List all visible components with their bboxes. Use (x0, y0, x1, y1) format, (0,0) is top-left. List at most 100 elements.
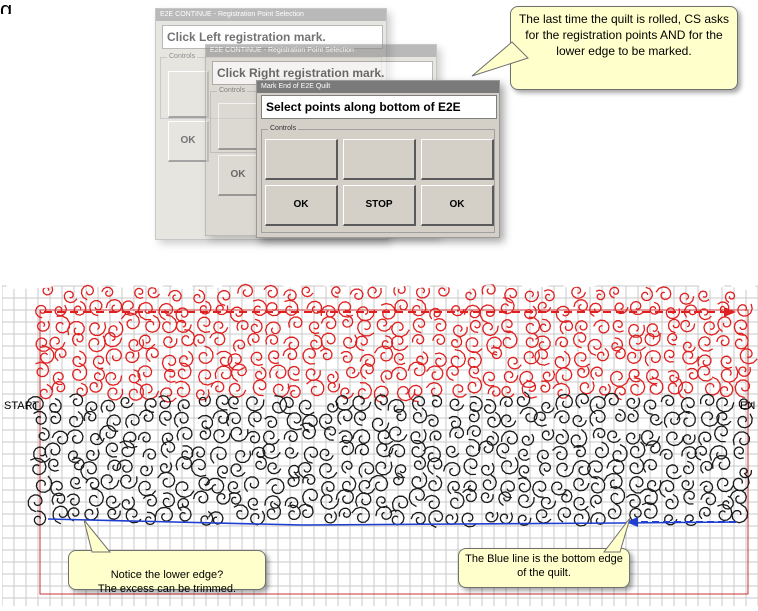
black-swirl (572, 414, 587, 427)
blank-button-2[interactable] (343, 139, 416, 180)
ok-button-1[interactable]: OK (265, 185, 338, 226)
red-swirl (376, 318, 393, 332)
callout-text: The last time the quilt is rolled, CS as… (518, 12, 730, 58)
black-swirl (486, 430, 499, 446)
red-swirl (598, 383, 611, 396)
red-swirl (367, 286, 382, 299)
black-swirl (233, 504, 249, 520)
black-swirl (555, 393, 574, 411)
red-swirl (667, 370, 680, 383)
stop-button[interactable]: STOP (343, 185, 416, 226)
black-swirl (480, 492, 494, 504)
red-swirl (698, 290, 710, 302)
black-swirl (230, 426, 249, 442)
black-swirl (279, 396, 294, 415)
black-swirl (716, 397, 735, 413)
black-swirl (645, 440, 661, 454)
red-swirl (63, 290, 78, 304)
red-swirl (89, 299, 103, 317)
black-swirl (355, 492, 372, 507)
red-swirl (426, 365, 444, 381)
red-swirl (507, 356, 522, 370)
red-swirl (579, 381, 595, 395)
black-swirl (429, 430, 442, 442)
red-swirl (390, 335, 409, 352)
black-swirl (532, 480, 547, 498)
red-swirl (72, 350, 87, 368)
red-swirl (337, 301, 354, 318)
black-swirl (666, 431, 685, 447)
black-swirl (627, 409, 639, 423)
black-swirl (628, 475, 644, 494)
black-swirl (445, 445, 460, 458)
black-swirl (649, 414, 663, 426)
red-swirl (614, 386, 626, 401)
black-swirl (589, 395, 606, 415)
red-swirl (49, 336, 66, 350)
red-swirl (103, 331, 123, 348)
black-swirl (603, 392, 619, 406)
left-ok-button[interactable]: OK (168, 121, 209, 162)
red-swirl (305, 368, 321, 382)
blank-button-1[interactable] (265, 139, 338, 180)
black-swirl (615, 408, 626, 422)
black-swirl (66, 429, 84, 444)
red-swirl (452, 324, 468, 338)
red-swirl (213, 321, 229, 334)
black-swirl (449, 398, 465, 411)
red-swirl (125, 351, 140, 363)
black-swirl (162, 492, 175, 508)
black-swirl (540, 496, 557, 510)
red-swirl (590, 366, 603, 381)
red-swirl (577, 366, 590, 379)
red-swirl (320, 316, 337, 330)
red-swirl (105, 348, 123, 366)
mark-end-dialog: Mark End of E2E Quilt Select points alon… (256, 80, 500, 238)
blank-button-3[interactable] (421, 139, 494, 180)
black-swirl (283, 430, 298, 443)
red-swirl (138, 334, 156, 350)
black-swirl (353, 411, 367, 427)
red-swirl (210, 380, 225, 393)
black-swirl (303, 446, 319, 464)
black-swirl (698, 431, 712, 446)
red-swirl (434, 352, 447, 367)
red-swirl (391, 321, 410, 338)
black-swirl (698, 506, 711, 520)
end-label: EN (740, 400, 756, 412)
black-swirl (641, 429, 661, 446)
right-blank-button[interactable] (218, 103, 259, 150)
black-swirl (286, 412, 303, 431)
black-swirl (681, 479, 695, 491)
red-swirl (301, 286, 314, 298)
black-swirl (255, 455, 268, 471)
black-swirl (324, 511, 337, 524)
red-swirl (196, 389, 210, 401)
red-swirl (724, 291, 736, 304)
black-swirl (358, 461, 375, 478)
black-swirl (249, 510, 266, 526)
black-swirl (52, 505, 69, 525)
black-swirl (557, 506, 572, 523)
red-swirl (67, 320, 85, 336)
red-swirl (254, 366, 267, 381)
red-swirl (51, 381, 66, 393)
red-swirl (229, 306, 244, 323)
black-swirl (610, 486, 626, 505)
red-swirl (734, 379, 751, 399)
red-swirl (665, 307, 681, 320)
right-ok-button[interactable]: OK (218, 155, 259, 196)
red-swirl (71, 362, 88, 381)
black-swirl (682, 434, 696, 445)
red-swirl (452, 384, 467, 398)
red-swirl (482, 371, 496, 387)
left-blank-button[interactable] (168, 71, 209, 118)
red-swirl (265, 334, 279, 345)
red-swirl (597, 347, 610, 362)
ok-button-2[interactable]: OK (421, 185, 494, 226)
red-swirl (415, 286, 431, 299)
black-swirl (570, 428, 588, 448)
black-swirl (85, 477, 100, 490)
black-swirl (573, 477, 590, 492)
black-swirl (160, 441, 176, 459)
